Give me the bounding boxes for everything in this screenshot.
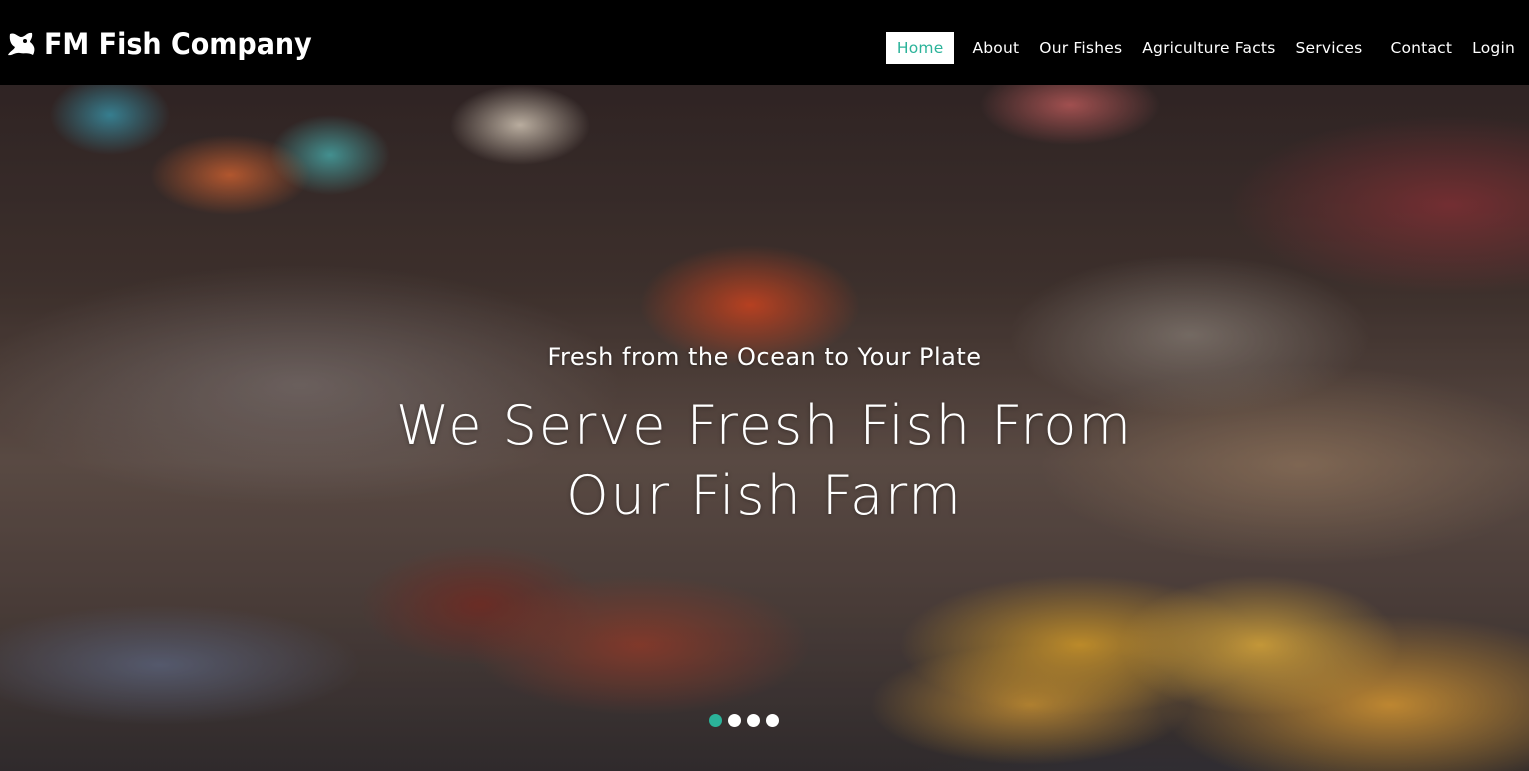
nav-item-services[interactable]: Services xyxy=(1285,32,1372,64)
nav-item-agriculture-facts[interactable]: Agriculture Facts xyxy=(1132,32,1285,64)
carousel-dot-1[interactable] xyxy=(709,714,722,727)
brand-name: FM Fish Company xyxy=(44,27,312,61)
hero-caption: Fresh from the Ocean to Your Plate We Se… xyxy=(0,85,1529,771)
nav-item-login[interactable]: Login xyxy=(1462,32,1525,64)
carousel-dot-4[interactable] xyxy=(766,714,779,727)
hero-title-line-2: Our Fish Farm xyxy=(566,464,963,527)
navbar: FM Fish Company Home About Our Fishes Ag… xyxy=(0,0,1529,85)
fish-logo-icon xyxy=(8,32,35,56)
brand-logo-link[interactable]: FM Fish Company xyxy=(6,26,332,62)
nav-item-our-fishes[interactable]: Our Fishes xyxy=(1029,32,1132,64)
nav-item-contact[interactable]: Contact xyxy=(1380,32,1462,64)
carousel-dot-2[interactable] xyxy=(728,714,741,727)
carousel-indicators xyxy=(709,714,779,727)
main-nav: Home About Our Fishes Agriculture Facts … xyxy=(885,32,1529,64)
nav-item-about[interactable]: About xyxy=(962,32,1029,64)
carousel-dot-3[interactable] xyxy=(747,714,760,727)
hero-title-line-1: We Serve Fresh Fish From xyxy=(395,394,1133,457)
nav-item-home[interactable]: Home xyxy=(885,32,955,64)
hero-carousel: Fresh from the Ocean to Your Plate We Se… xyxy=(0,85,1529,771)
hero-subtitle: Fresh from the Ocean to Your Plate xyxy=(547,343,982,371)
hero-title: We Serve Fresh Fish From Our Fish Farm xyxy=(0,391,1529,531)
